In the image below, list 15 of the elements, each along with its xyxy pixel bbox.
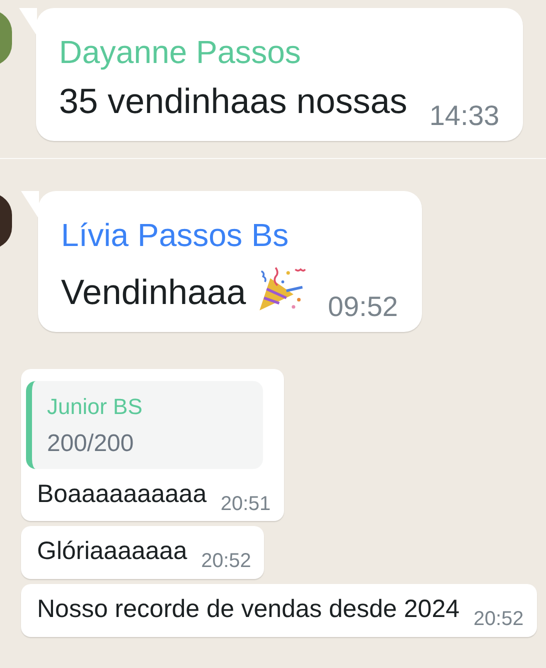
message-time: 14:33: [429, 101, 500, 131]
quoted-text: 200/200: [47, 429, 135, 459]
quoted-message[interactable]: Junior BS 200/200: [26, 381, 263, 469]
message-text: Vendinhaaa: [61, 272, 246, 314]
message-text: Nosso recorde de vendas desde 2024: [37, 594, 460, 624]
quoted-author: Junior BS: [47, 393, 144, 421]
message-text: Glóriaaaaaaa: [37, 536, 188, 566]
sender-name[interactable]: Dayanne Passos: [59, 33, 500, 71]
message-time: 20:51: [220, 493, 271, 515]
message-time: 09:52: [328, 292, 398, 322]
message-time: 20:52: [474, 608, 524, 630]
message-text: 35 vendinhaas nossas: [59, 81, 408, 123]
message-time: 20:52: [201, 550, 252, 572]
sender-name[interactable]: Lívia Passos Bs: [61, 216, 398, 254]
message-text: Boaaaaaaaaaa: [37, 479, 207, 509]
